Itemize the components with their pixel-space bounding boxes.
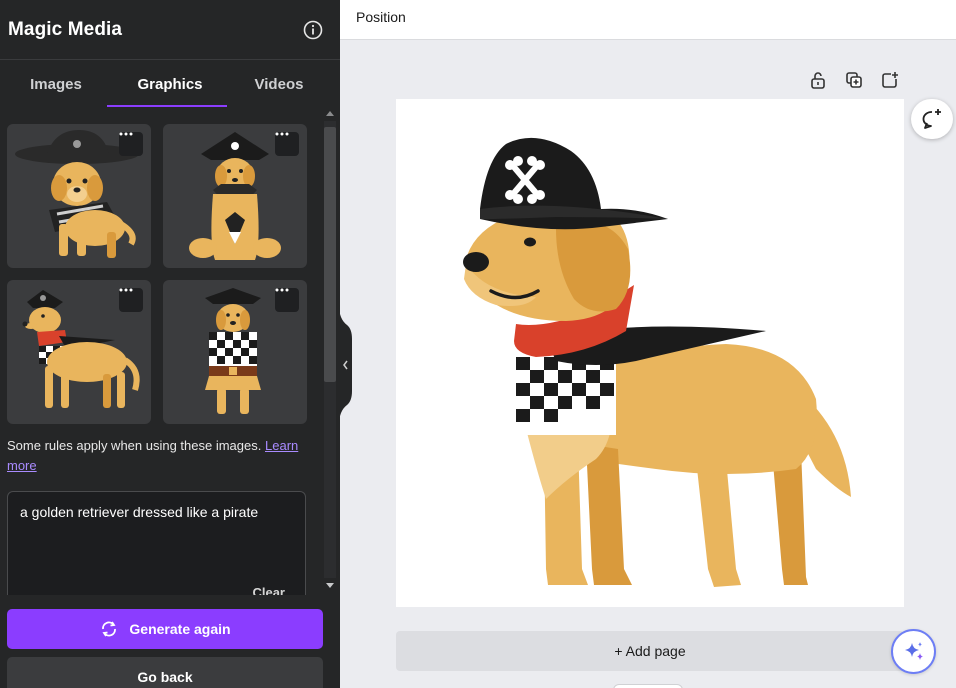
add-comment-button[interactable] (911, 99, 953, 139)
add-page-label: + Add page (614, 643, 686, 659)
scroll-down-icon[interactable] (326, 583, 334, 588)
tab-images[interactable]: Images (0, 61, 112, 107)
result-thumbnail-2[interactable] (163, 124, 307, 268)
scroll-up-icon[interactable] (326, 111, 334, 116)
go-back-label: Go back (137, 669, 193, 685)
panel-title: Magic Media (8, 18, 123, 40)
add-page-button[interactable]: + Add page (396, 631, 904, 671)
pirate-hat (480, 137, 668, 230)
tab-label: Images (30, 75, 82, 93)
tab-graphics[interactable]: Graphics (107, 61, 228, 107)
tab-label: Graphics (137, 75, 203, 93)
tab-bar: Images Graphics Videos (0, 61, 340, 107)
tab-videos[interactable]: Videos (228, 61, 330, 107)
panel-header: Magic Media (0, 0, 340, 60)
sparkle-icon (904, 641, 923, 660)
magic-media-panel: Magic Media Images Graphics Videos Some … (0, 0, 340, 688)
editor-topbar: Position (340, 0, 956, 40)
collapse-panel-handle[interactable] (339, 305, 353, 425)
more-options-button[interactable] (119, 132, 143, 156)
comment-icon (922, 109, 941, 129)
refresh-icon (102, 621, 117, 637)
page-indicator[interactable] (613, 684, 683, 688)
scroll-thumb[interactable] (324, 127, 336, 382)
checkered-shirt (516, 357, 616, 435)
result-thumbnail-3[interactable] (7, 280, 151, 424)
result-thumbnail-4[interactable] (163, 280, 307, 424)
magic-assistant-button[interactable] (891, 629, 936, 674)
generate-label: Generate again (129, 621, 231, 637)
add-page-icon[interactable] (880, 70, 900, 90)
more-options-button[interactable] (119, 288, 143, 312)
info-icon[interactable] (302, 19, 324, 41)
more-options-button[interactable] (275, 288, 299, 312)
generate-again-button[interactable]: Generate again (7, 609, 323, 649)
panel-scrollbar[interactable] (321, 107, 339, 592)
pirate-golden-retriever-graphic[interactable] (396, 99, 904, 607)
more-options-button[interactable] (275, 132, 299, 156)
prompt-value: a golden retriever dressed like a pirate (20, 504, 259, 520)
tab-label: Videos (254, 75, 304, 93)
result-thumbnail-1[interactable] (7, 124, 151, 268)
go-back-button[interactable]: Go back (7, 657, 323, 688)
design-page[interactable] (396, 99, 904, 607)
position-button[interactable]: Position (356, 9, 406, 25)
usage-rules-notice: Some rules apply when using these images… (7, 436, 307, 476)
prompt-textarea[interactable]: a golden retriever dressed like a pirate… (7, 491, 306, 611)
lock-icon[interactable] (808, 70, 828, 90)
duplicate-icon[interactable] (844, 70, 864, 90)
rules-text: Some rules apply when using these images… (7, 438, 262, 453)
